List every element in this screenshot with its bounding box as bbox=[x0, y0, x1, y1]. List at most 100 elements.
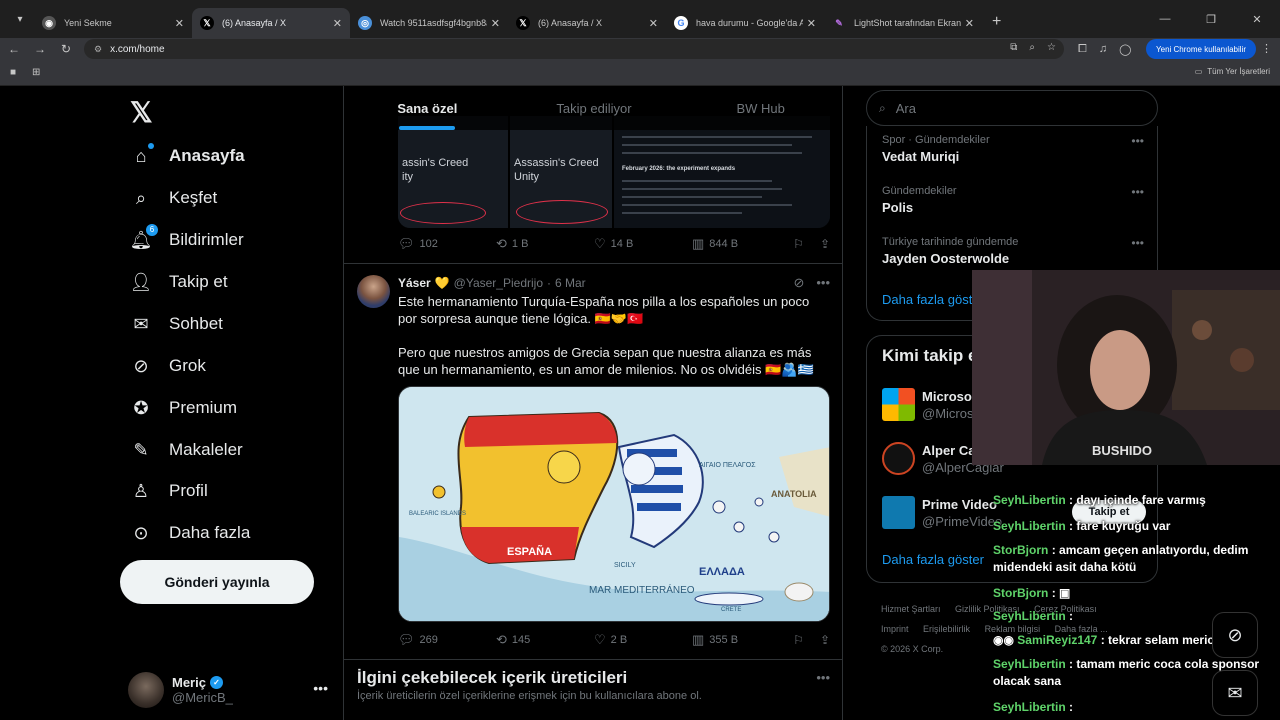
chat-message: StorBjorn : amcam geçen anlatıyordu, ded… bbox=[993, 542, 1280, 576]
show-more-follow-link[interactable]: Daha fazla göster bbox=[882, 552, 984, 567]
new-tab-icon[interactable]: + bbox=[992, 13, 1001, 31]
post-button[interactable]: Gönderi yayınla bbox=[120, 560, 314, 604]
nav-grok[interactable]: ⊘ Grok bbox=[130, 346, 205, 386]
all-bookmarks[interactable]: ▭ Tüm Yer İşaretleri bbox=[1195, 67, 1270, 76]
tab-bw-hub[interactable]: BW Hub bbox=[677, 86, 842, 130]
install-app-icon[interactable]: ⧉ bbox=[1010, 42, 1017, 53]
browser-tab[interactable]: ◎ Watch 9511asdfsgf4bgnb8a9w ✕ bbox=[350, 8, 508, 38]
nav-messages[interactable]: ✉ Sohbet bbox=[130, 304, 222, 344]
share-icon[interactable]: ⇪ bbox=[820, 633, 830, 647]
views-button[interactable]: ▥ 355 B bbox=[692, 632, 790, 648]
tab-title: Yeni Sekme bbox=[64, 18, 112, 28]
x-logo-icon[interactable]: 𝕏 bbox=[130, 96, 156, 128]
minimize-icon[interactable]: — bbox=[1142, 13, 1188, 25]
bookmark-square-icon[interactable]: ■ bbox=[10, 67, 22, 79]
maximize-icon[interactable]: ❐ bbox=[1188, 13, 1234, 26]
extensions-icon[interactable]: ⧠ bbox=[1078, 43, 1087, 56]
person-add-icon: 👤︎ bbox=[129, 271, 153, 292]
close-tab-icon[interactable]: ✕ bbox=[807, 17, 816, 30]
browser-tab[interactable]: ◉ Yeni Sekme ✕ bbox=[34, 8, 192, 38]
like-button[interactable]: ♡ 2 B bbox=[594, 632, 692, 648]
bookmark-icon[interactable]: ⚐ bbox=[793, 633, 804, 647]
site-info-icon[interactable]: ⚙ bbox=[94, 44, 102, 55]
repost-button[interactable]: ⟲ 145 bbox=[496, 632, 594, 648]
nav-profile[interactable]: ♙ Profil bbox=[130, 471, 208, 511]
browser-tab[interactable]: 𝕏 (6) Anasayfa / X ✕ bbox=[508, 8, 666, 38]
nav-more[interactable]: ⊙ Daha fazla bbox=[130, 513, 250, 553]
nav-explore[interactable]: ⌕ Keşfet bbox=[130, 178, 217, 218]
trend-item[interactable]: Gündemdekiler Polis ••• bbox=[882, 185, 1144, 215]
close-tab-icon[interactable]: ✕ bbox=[491, 17, 500, 30]
messages-fab-icon[interactable]: ✉ bbox=[1212, 670, 1258, 716]
more-dots-icon[interactable]: ••• bbox=[816, 275, 830, 291]
chrome-update-pill[interactable]: Yeni Chrome kullanılabilir bbox=[1146, 39, 1256, 59]
tweet-text: Este hermanamiento Turquía-España nos pi… bbox=[398, 293, 830, 378]
close-tab-icon[interactable]: ✕ bbox=[175, 17, 184, 30]
back-icon[interactable]: ← bbox=[2, 42, 26, 56]
zoom-icon[interactable]: ⌕ bbox=[1029, 42, 1035, 53]
forward-icon[interactable]: → bbox=[28, 42, 52, 56]
close-tab-icon[interactable]: ✕ bbox=[333, 17, 342, 30]
copyright: © 2026 X Corp. bbox=[881, 644, 944, 654]
more-dots-icon[interactable]: ••• bbox=[1131, 185, 1144, 199]
divider bbox=[344, 659, 842, 660]
profile-icon[interactable]: ◯ bbox=[1119, 43, 1131, 56]
account-switcher[interactable]: Meriç ✓ @MericB_ ••• bbox=[128, 670, 328, 710]
show-more-trends-link[interactable]: Daha fazla göster bbox=[882, 292, 984, 307]
chrome-menu-icon[interactable]: ⋮ bbox=[1261, 42, 1272, 55]
more-dots-icon[interactable]: ••• bbox=[313, 680, 328, 696]
avatar bbox=[882, 442, 915, 475]
tab-search-button[interactable]: ▾ bbox=[6, 5, 34, 33]
nav-notifications[interactable]: 🔔︎ 6 Bildirimler bbox=[130, 220, 244, 260]
avatar bbox=[882, 388, 915, 421]
grok-fab-icon[interactable]: ⊘ bbox=[1212, 612, 1258, 658]
reply-button[interactable]: 💬︎ 102 bbox=[398, 236, 496, 252]
close-tab-icon[interactable]: ✕ bbox=[965, 17, 974, 30]
tab-following[interactable]: Takip ediliyor bbox=[511, 86, 678, 130]
address-toolbar: ← → ↻ ⚙ x.com/home ⧉ ⌕ ☆ ⧠ ♫ ◯ Yeni Chro… bbox=[0, 38, 1280, 60]
apps-grid-icon[interactable]: ⊞ bbox=[32, 67, 44, 79]
footer-link[interactable]: Erişilebilirlik bbox=[923, 624, 970, 634]
tweet-date[interactable]: 6 Mar bbox=[555, 276, 586, 290]
reply-button[interactable]: 💬︎ 269 bbox=[398, 632, 496, 648]
repost-button[interactable]: ⟲ 1 B bbox=[496, 236, 594, 252]
nav-follow[interactable]: 👤︎ Takip et bbox=[130, 262, 228, 302]
more-dots-icon[interactable]: ••• bbox=[1131, 236, 1144, 250]
bookmarks-bar: ■ ⊞ ▭ Tüm Yer İşaretleri bbox=[0, 60, 1280, 86]
search-input[interactable]: ⌕ Ara bbox=[866, 90, 1158, 126]
trend-item[interactable]: Spor · Gündemdekiler Vedat Muriqi ••• bbox=[882, 134, 1144, 164]
browser-tab[interactable]: ✎ LightShot tarafından Ekran Gör ✕ bbox=[824, 8, 982, 38]
avatar[interactable] bbox=[357, 275, 390, 308]
bookmark-star-icon[interactable]: ☆ bbox=[1047, 42, 1056, 53]
like-button[interactable]: ♡ 14 B bbox=[594, 236, 692, 252]
browser-tab[interactable]: G hava durumu - Google'da Ara ✕ bbox=[666, 8, 824, 38]
trend-item[interactable]: Türkiye tarihinde gündemde Jayden Ooster… bbox=[882, 236, 1144, 266]
more-dots-icon[interactable]: ••• bbox=[816, 670, 830, 685]
bookmark-icon[interactable]: ⚐ bbox=[793, 237, 804, 251]
nav-premium[interactable]: ✪ Premium bbox=[130, 388, 237, 428]
share-icon[interactable]: ⇪ bbox=[820, 237, 830, 251]
url-bar[interactable]: ⚙ x.com/home ⧉ ⌕ ☆ bbox=[84, 39, 1064, 59]
nav-articles[interactable]: ✎ Makaleler bbox=[130, 430, 242, 470]
reload-icon[interactable]: ↻ bbox=[54, 42, 78, 56]
tweet-media[interactable]: assin's Creed ity Assassin's Creed Unity… bbox=[398, 116, 830, 228]
close-tab-icon[interactable]: ✕ bbox=[649, 17, 658, 30]
more-dots-icon[interactable]: ••• bbox=[1131, 134, 1144, 148]
author-name[interactable]: Yáser bbox=[398, 276, 431, 290]
highlight-ring bbox=[400, 202, 486, 224]
tweet-image[interactable]: ESPAÑA ΕΛΛΑΔΑ ANATOLIA BALEARIC ISLANDS … bbox=[398, 386, 830, 622]
nav-label: Premium bbox=[169, 398, 238, 417]
browser-tab-active[interactable]: 𝕏 (6) Anasayfa / X ✕ bbox=[192, 8, 350, 38]
media-icon[interactable]: ♫ bbox=[1099, 43, 1107, 56]
grok-explain-icon[interactable]: ⊘ bbox=[793, 275, 804, 291]
tab-for-you[interactable]: Sana özel bbox=[344, 86, 511, 130]
footer-link[interactable]: Imprint bbox=[881, 624, 909, 634]
views-button[interactable]: ▥ 844 B bbox=[692, 236, 790, 252]
timeline-tabs: Sana özel Takip ediliyor BW Hub bbox=[344, 86, 842, 130]
footer-link[interactable]: Hizmet Şartları bbox=[881, 604, 941, 614]
repost-count: 145 bbox=[511, 634, 531, 646]
nav-home[interactable]: ⌂ Anasayfa bbox=[130, 136, 245, 176]
prime-video-logo bbox=[882, 496, 915, 529]
close-window-icon[interactable]: ✕ bbox=[1234, 13, 1280, 26]
author-handle[interactable]: @Yaser_Piedrijo bbox=[454, 276, 543, 290]
